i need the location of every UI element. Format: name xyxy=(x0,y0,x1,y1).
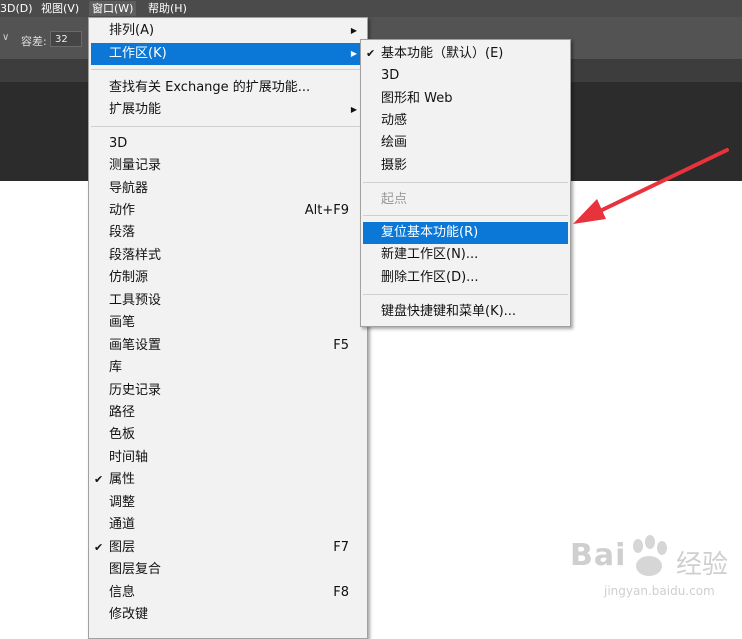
submenu-item-start: 起点 xyxy=(381,192,408,207)
menu-item-properties[interactable]: ✔ 属性 xyxy=(91,469,365,491)
submenu-item-keyboard-shortcuts[interactable]: 键盘快捷键和菜单(K)... xyxy=(363,301,568,323)
submenu-arrow-icon: ▶ xyxy=(350,105,357,114)
shortcut-label: F5 xyxy=(333,338,349,353)
baidu-jingyan-watermark: Bai 经验 jingyan.baidu.com xyxy=(566,532,738,607)
menu-item-navigator[interactable]: 导航器 xyxy=(91,178,365,200)
menu-item-tool-presets[interactable]: 工具预设 xyxy=(91,290,365,312)
menu-item-info[interactable]: 信息 F8 xyxy=(91,582,365,604)
submenu-item-graphics-web[interactable]: 图形和 Web xyxy=(363,88,568,110)
submenu-arrow-icon: ▶ xyxy=(350,49,357,58)
menu-item-brush[interactable]: 画笔 xyxy=(91,312,365,334)
menu-item-arrange[interactable]: 排列(A) ▶ xyxy=(91,20,365,42)
menu-separator xyxy=(363,182,568,183)
submenu-item-motion[interactable]: 动感 xyxy=(363,110,568,132)
watermark-url: jingyan.baidu.com xyxy=(604,584,715,598)
submenu-item-reset-essentials[interactable]: 复位基本功能(R) xyxy=(363,222,568,244)
tolerance-label: 容差: xyxy=(21,35,47,48)
menu-item-paragraph[interactable]: 段落 xyxy=(91,222,365,244)
watermark-brand-cn: 经验 xyxy=(676,550,729,580)
menu-view[interactable]: 视图(V) xyxy=(41,1,79,16)
submenu-arrow-icon: ▶ xyxy=(350,26,357,35)
menu-separator xyxy=(363,294,568,295)
menu-item-actions[interactable]: 动作 Alt+F9 xyxy=(91,200,365,222)
menu-separator xyxy=(363,215,568,216)
menu-item-layer-comps[interactable]: 图层复合 xyxy=(91,559,365,581)
menu-item-paths[interactable]: 路径 xyxy=(91,402,365,424)
menu-item-workspace[interactable]: 工作区(K) ▶ xyxy=(91,43,365,65)
submenu-item-essentials[interactable]: ✔ 基本功能（默认）(E) xyxy=(363,43,568,65)
submenu-item-photography[interactable]: 摄影 xyxy=(363,155,568,177)
menu-item-swatches[interactable]: 色板 xyxy=(91,424,365,446)
menu-item-timeline[interactable]: 时间轴 xyxy=(91,447,365,469)
menu-help[interactable]: 帮助(H) xyxy=(148,1,187,16)
checkmark-icon: ✔ xyxy=(94,473,104,486)
shortcut-label: F7 xyxy=(333,540,349,555)
submenu-item-new-workspace[interactable]: 新建工作区(N)... xyxy=(363,244,568,266)
menu-item-adjustments[interactable]: 调整 xyxy=(91,492,365,514)
menu-item-brush-settings[interactable]: 画笔设置 F5 xyxy=(91,335,365,357)
shortcut-label: F8 xyxy=(333,585,349,600)
submenu-item-3d[interactable]: 3D xyxy=(363,65,568,87)
menu-bar: 3D(D) 视图(V) 窗口(W) 帮助(H) xyxy=(0,0,742,17)
menu-item-extensions[interactable]: 扩展功能 ▶ xyxy=(91,99,365,121)
window-menu: 排列(A) ▶ 工作区(K) ▶ 查找有关 Exchange 的扩展功能... … xyxy=(88,17,368,639)
menu-item-paragraph-styles[interactable]: 段落样式 xyxy=(91,245,365,267)
workspace-submenu: ✔ 基本功能（默认）(E) 3D 图形和 Web 动感 绘画 摄影 起点 复位基… xyxy=(360,39,571,327)
menu-3d[interactable]: 3D(D) xyxy=(0,1,33,16)
menu-item-history[interactable]: 历史记录 xyxy=(91,380,365,402)
menu-separator xyxy=(91,126,365,127)
menu-item-clone-source[interactable]: 仿制源 xyxy=(91,267,365,289)
tolerance-input[interactable]: 32 xyxy=(50,31,82,47)
submenu-item-painting[interactable]: 绘画 xyxy=(363,132,568,154)
menu-item-3d[interactable]: 3D xyxy=(91,133,365,155)
menu-item-measurement-log[interactable]: 测量记录 xyxy=(91,155,365,177)
menu-separator xyxy=(91,69,365,70)
checkmark-icon: ✔ xyxy=(94,541,104,554)
shortcut-label: Alt+F9 xyxy=(304,203,349,218)
submenu-item-delete-workspace[interactable]: 删除工作区(D)... xyxy=(363,267,568,289)
menu-window[interactable]: 窗口(W) xyxy=(89,1,137,16)
menu-item-layers[interactable]: ✔ 图层 F7 xyxy=(91,537,365,559)
checkmark-icon: ✔ xyxy=(366,47,376,60)
watermark-brand: Bai xyxy=(570,538,627,573)
paw-icon xyxy=(633,535,667,576)
chevron-down-icon[interactable]: ∨ xyxy=(2,32,9,43)
menu-item-find-extensions[interactable]: 查找有关 Exchange 的扩展功能... xyxy=(91,77,365,99)
menu-item-libraries[interactable]: 库 xyxy=(91,357,365,379)
menu-item-channels[interactable]: 通道 xyxy=(91,514,365,536)
menu-item-modifier-keys[interactable]: 修改键 xyxy=(91,604,365,626)
